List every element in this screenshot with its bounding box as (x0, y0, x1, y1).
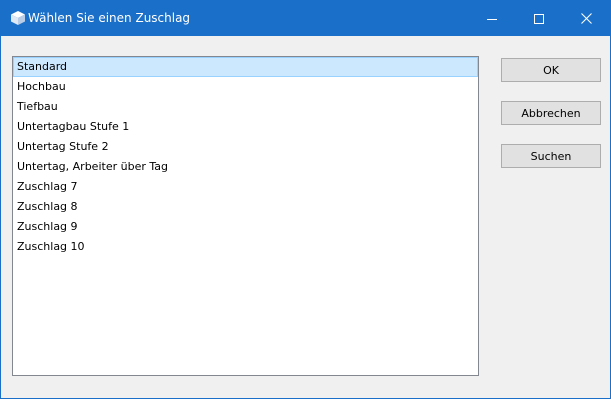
window-title: Wählen Sie einen Zuschlag (28, 11, 191, 25)
search-button[interactable]: Suchen (501, 144, 601, 168)
ok-button[interactable]: OK (501, 58, 601, 82)
dialog-window: Wählen Sie einen Zuschlag Standard Hochb… (0, 0, 611, 399)
minimize-button[interactable] (469, 0, 515, 36)
list-item[interactable]: Untertag Stufe 2 (13, 137, 478, 157)
close-icon (580, 9, 592, 28)
cube-icon (10, 10, 26, 26)
maximize-button[interactable] (516, 0, 562, 36)
list-item[interactable]: Zuschlag 9 (13, 217, 478, 237)
list-item[interactable]: Tiefbau (13, 97, 478, 117)
list-item[interactable]: Untertagbau Stufe 1 (13, 117, 478, 137)
dialog-client-area: Standard Hochbau Tiefbau Untertagbau Stu… (1, 36, 610, 398)
maximize-icon (534, 9, 544, 28)
zuschlag-listbox[interactable]: Standard Hochbau Tiefbau Untertagbau Stu… (12, 56, 479, 376)
title-bar[interactable]: Wählen Sie einen Zuschlag (0, 0, 611, 36)
minimize-icon (487, 9, 497, 28)
list-item[interactable]: Zuschlag 7 (13, 177, 478, 197)
close-button[interactable] (563, 0, 609, 36)
list-item[interactable]: Zuschlag 10 (13, 237, 478, 257)
list-item[interactable]: Standard (13, 57, 478, 77)
list-item[interactable]: Untertag, Arbeiter über Tag (13, 157, 478, 177)
cancel-button[interactable]: Abbrechen (501, 101, 601, 125)
list-item[interactable]: Hochbau (13, 77, 478, 97)
list-item[interactable]: Zuschlag 8 (13, 197, 478, 217)
